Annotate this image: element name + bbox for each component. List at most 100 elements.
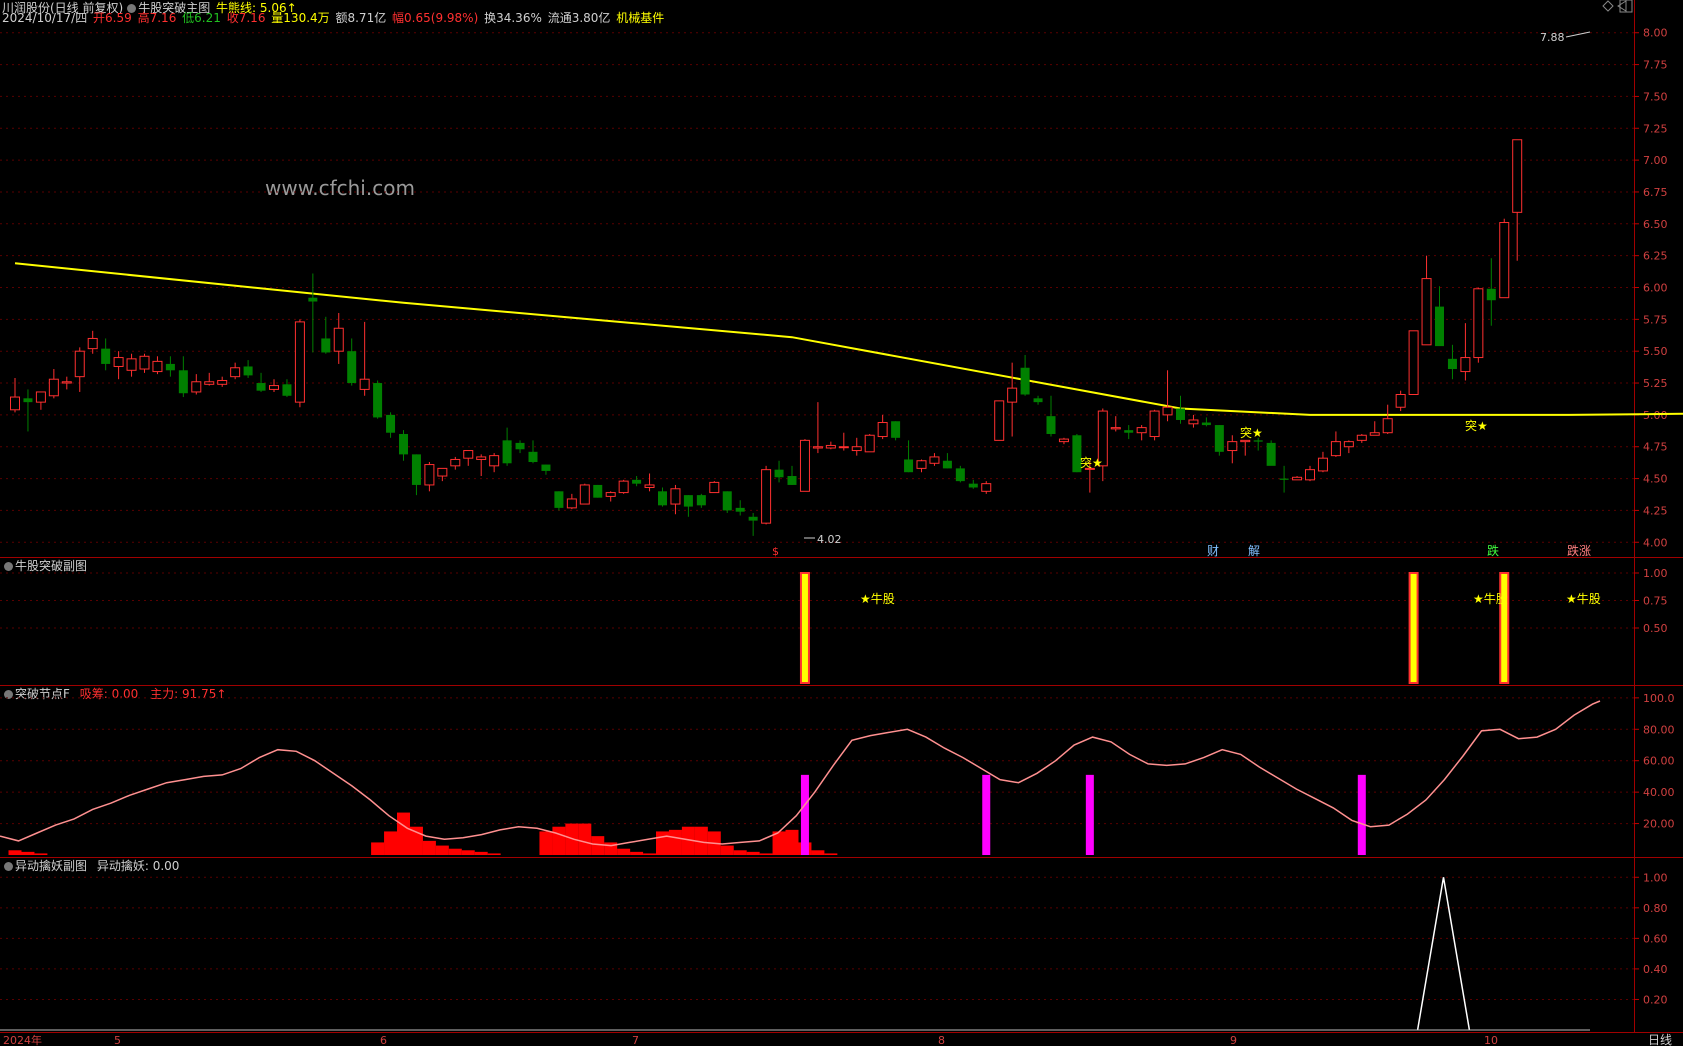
candle-body xyxy=(838,446,849,449)
candle-body xyxy=(541,464,551,471)
candle-body xyxy=(217,379,228,385)
event-tag-dollar[interactable]: $ xyxy=(772,545,779,558)
candle-body xyxy=(1136,427,1147,434)
candle-body xyxy=(308,297,318,302)
y-tick-label: 0.20 xyxy=(1643,993,1668,1006)
candle-body xyxy=(942,460,952,469)
candle-body xyxy=(411,454,421,485)
candle-body xyxy=(955,468,965,482)
candle-body xyxy=(929,456,940,464)
candle-body xyxy=(787,476,797,485)
candle-body xyxy=(618,480,629,494)
period-label[interactable]: 日线 xyxy=(1648,1033,1672,1046)
y-tick-label: 0.40 xyxy=(1643,963,1668,976)
max-price-label: 7.88 xyxy=(1540,31,1565,44)
breakout-node-bar xyxy=(800,774,809,855)
candle-body xyxy=(748,516,758,521)
candle-body xyxy=(1421,278,1432,346)
candle-body xyxy=(243,366,253,376)
x-label-jul: 7 xyxy=(632,1034,639,1046)
candle-body xyxy=(1201,422,1211,426)
accumulation-bar xyxy=(448,848,462,855)
event-tag-unlock[interactable]: 解 xyxy=(1248,544,1260,558)
candle-body xyxy=(399,433,408,455)
candle-body xyxy=(1356,434,1367,441)
bull-bear-line xyxy=(14,262,1683,416)
event-tag-rise[interactable]: 跌涨 xyxy=(1567,543,1591,558)
candle-body xyxy=(450,458,461,467)
candle-body xyxy=(256,383,266,391)
accumulation-bar xyxy=(811,850,825,855)
stock-chart[interactable]: 4.00 4.25 4.50 4.75 5.00 5.25 5.50 5.75 6.00 6.25… xyxy=(0,0,1683,1046)
candle-body xyxy=(139,355,150,370)
collapse-icon[interactable] xyxy=(1617,0,1627,12)
bull-label: ★牛股 xyxy=(1566,591,1601,606)
candle-body xyxy=(282,384,292,396)
candle-body xyxy=(1110,427,1121,430)
window-controls[interactable] xyxy=(1602,0,1633,13)
ma-line xyxy=(14,262,1683,416)
accumulation-bar xyxy=(384,831,398,855)
bull-bar xyxy=(1499,572,1510,684)
candle-body xyxy=(851,446,862,452)
accumulation-bar xyxy=(630,851,644,855)
y-tick-label: 5.25 xyxy=(1643,377,1668,390)
candle-body xyxy=(1124,430,1134,433)
y-tick-label: 5.50 xyxy=(1643,345,1668,358)
candle-body xyxy=(916,460,927,469)
diamond-icon[interactable] xyxy=(1602,0,1614,12)
candle-body xyxy=(1058,438,1069,443)
accumulation-bar xyxy=(552,826,566,855)
candle-body xyxy=(152,360,163,373)
y-tick-label: 8.00 xyxy=(1643,27,1668,40)
candle-body xyxy=(761,469,772,524)
candle-body xyxy=(774,469,784,478)
candle-body xyxy=(528,451,538,463)
candle-body xyxy=(61,381,72,384)
candle-body xyxy=(1382,418,1393,434)
candle-body xyxy=(476,456,487,460)
accumulation-bar xyxy=(733,850,747,855)
candle-body xyxy=(126,358,137,371)
candle-body xyxy=(502,440,512,464)
y-tick-label: 1.00 xyxy=(1643,871,1668,884)
y-tick-label: 0.50 xyxy=(1643,622,1668,635)
candle-body xyxy=(825,444,836,449)
candle-body xyxy=(1240,439,1251,443)
event-tag-finance[interactable]: 财 xyxy=(1207,544,1219,558)
candle-body xyxy=(1512,139,1523,213)
candle-body xyxy=(87,337,98,350)
candle-body xyxy=(35,391,46,403)
accumulation-bar xyxy=(785,829,799,855)
x-label-jun: 6 xyxy=(380,1034,387,1046)
accumulation-bar xyxy=(720,845,734,855)
breakout-node-bar xyxy=(1357,774,1366,855)
y-axis: 4.00 4.25 4.50 4.75 5.00 5.25 5.50 5.75 6.00 6.25… xyxy=(1634,27,1675,1006)
candle-body xyxy=(1253,440,1263,442)
candle-body xyxy=(981,483,992,492)
breakout-node-bar xyxy=(1085,774,1094,855)
candle-body xyxy=(593,484,603,498)
min-price-label: 4.02 xyxy=(817,533,842,546)
candle-body xyxy=(696,495,706,506)
y-tick-label: 5.00 xyxy=(1643,409,1668,422)
accumulation-bar xyxy=(539,831,553,855)
breakout-label: 突★ xyxy=(1465,418,1488,433)
event-tag-fall[interactable]: 跌 xyxy=(1487,543,1499,558)
candle-body xyxy=(670,488,681,505)
candle-body xyxy=(321,338,331,353)
candle-body xyxy=(1499,222,1510,299)
candle-body xyxy=(1330,441,1341,457)
candle-body xyxy=(1473,288,1484,359)
accumulation-bar xyxy=(422,840,436,855)
y-tick-label: 7.75 xyxy=(1643,59,1668,72)
y-tick-label: 7.50 xyxy=(1643,90,1668,103)
accumulation-bar xyxy=(656,831,669,855)
bull-bar xyxy=(799,572,810,684)
x-label-year: 2024年 xyxy=(3,1033,42,1046)
y-tick-label: 60.00 xyxy=(1643,755,1675,768)
candle-body xyxy=(1369,432,1380,436)
y-tick-label: 7.25 xyxy=(1643,122,1668,135)
candle-body xyxy=(1149,410,1160,438)
x-label-oct: 10 xyxy=(1484,1034,1498,1046)
